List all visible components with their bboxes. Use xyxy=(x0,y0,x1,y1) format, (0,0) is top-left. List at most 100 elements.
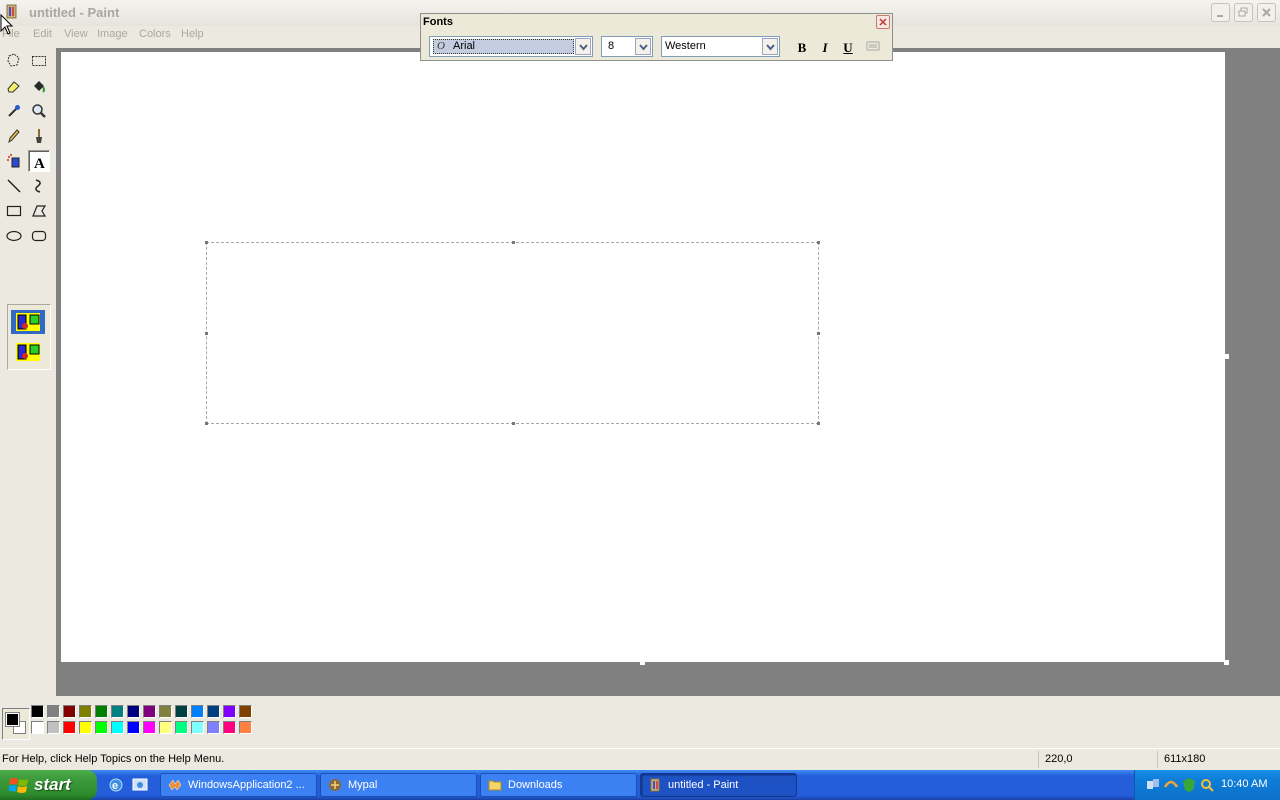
restore-button[interactable] xyxy=(1234,3,1253,22)
internet-explorer-icon[interactable]: e xyxy=(108,777,124,793)
color-swatch[interactable] xyxy=(175,705,188,718)
menu-colors[interactable]: Colors xyxy=(139,28,171,40)
underline-button[interactable]: U xyxy=(839,39,857,56)
color-swatch[interactable] xyxy=(223,721,236,734)
tool-pick-color[interactable] xyxy=(3,100,25,122)
text-box[interactable] xyxy=(205,241,820,425)
color-swatch[interactable] xyxy=(127,721,140,734)
resize-handle[interactable] xyxy=(512,422,515,425)
color-swatch[interactable] xyxy=(31,705,44,718)
resize-handle[interactable] xyxy=(512,241,515,244)
resize-handle[interactable] xyxy=(205,332,208,335)
line-icon xyxy=(7,179,21,193)
color-swatch[interactable] xyxy=(239,721,252,734)
color-swatch[interactable] xyxy=(95,721,108,734)
task-mypal[interactable]: Mypal xyxy=(320,773,477,797)
status-help-text: For Help, click Help Topics on the Help … xyxy=(2,753,225,765)
resize-handle[interactable] xyxy=(817,422,820,425)
bold-button[interactable]: B xyxy=(793,39,811,56)
updates-icon[interactable] xyxy=(1163,777,1179,793)
color-swatch[interactable] xyxy=(63,721,76,734)
font-size-select[interactable]: 8 xyxy=(601,36,653,57)
tool-polygon[interactable] xyxy=(28,200,50,222)
resize-handle[interactable] xyxy=(205,422,208,425)
task-label: untitled - Paint xyxy=(668,779,739,791)
font-name-dropdown-button[interactable] xyxy=(575,38,591,55)
minimize-button[interactable] xyxy=(1211,3,1230,22)
tool-rounded-rectangle[interactable] xyxy=(28,225,50,247)
color-swatch[interactable] xyxy=(239,705,252,718)
color-swatch[interactable] xyxy=(159,721,172,734)
vertical-text-button[interactable] xyxy=(864,39,882,56)
color-swatch[interactable] xyxy=(63,705,76,718)
tool-ellipse[interactable] xyxy=(3,225,25,247)
network-icon[interactable] xyxy=(1145,777,1161,793)
tool-pencil[interactable] xyxy=(3,125,25,147)
color-swatch[interactable] xyxy=(127,705,140,718)
svg-text:A: A xyxy=(34,156,45,170)
text-opaque-option[interactable] xyxy=(11,310,45,334)
resize-handle[interactable] xyxy=(205,241,208,244)
task-downloads[interactable]: Downloads xyxy=(480,773,637,797)
font-script-dropdown-button[interactable] xyxy=(762,38,778,55)
foreground-color[interactable] xyxy=(5,712,20,727)
color-swatch[interactable] xyxy=(207,721,220,734)
resize-handle[interactable] xyxy=(817,241,820,244)
color-swatch[interactable] xyxy=(111,705,124,718)
start-button[interactable]: start xyxy=(0,770,97,800)
drawing-canvas[interactable] xyxy=(61,52,1225,662)
canvas-resize-handle-corner[interactable] xyxy=(1224,660,1229,665)
font-name-select[interactable]: O Arial xyxy=(429,36,593,57)
task-untitled-paint[interactable]: untitled - Paint xyxy=(640,773,797,797)
security-icon[interactable] xyxy=(1181,777,1197,793)
toolbox: A xyxy=(0,48,56,694)
tool-text[interactable]: A xyxy=(28,150,50,172)
tool-brush[interactable] xyxy=(28,125,50,147)
color-swatch[interactable] xyxy=(47,721,60,734)
color-swatch[interactable] xyxy=(207,705,220,718)
font-size-dropdown-button[interactable] xyxy=(635,38,651,55)
menu-help[interactable]: Help xyxy=(181,28,204,40)
color-swatch[interactable] xyxy=(111,721,124,734)
menu-image[interactable]: Image xyxy=(97,28,128,40)
status-bar: For Help, click Help Topics on the Help … xyxy=(0,748,1280,771)
color-swatch[interactable] xyxy=(143,721,156,734)
color-swatch[interactable] xyxy=(31,721,44,734)
tool-fill[interactable] xyxy=(28,75,50,97)
canvas-resize-handle-bottom[interactable] xyxy=(640,660,645,665)
color-swatch[interactable] xyxy=(79,721,92,734)
curve-icon xyxy=(35,179,41,193)
tool-select[interactable] xyxy=(28,50,50,72)
menu-view[interactable]: View xyxy=(64,28,88,40)
tool-options xyxy=(7,304,51,370)
tool-rectangle[interactable] xyxy=(3,200,25,222)
color-swatch[interactable] xyxy=(79,705,92,718)
tool-eraser[interactable] xyxy=(3,75,25,97)
color-swatch[interactable] xyxy=(175,721,188,734)
color-swatch[interactable] xyxy=(159,705,172,718)
search-icon[interactable] xyxy=(1199,777,1215,793)
fonts-close-button[interactable] xyxy=(876,15,890,29)
color-swatch[interactable] xyxy=(191,705,204,718)
tool-curve[interactable] xyxy=(28,175,50,197)
tool-magnifier[interactable] xyxy=(28,100,50,122)
fonts-toolbar-titlebar[interactable]: Fonts xyxy=(421,14,892,31)
vertical-text-icon xyxy=(866,41,880,51)
menu-edit[interactable]: Edit xyxy=(33,28,52,40)
tool-line[interactable] xyxy=(3,175,25,197)
task-windowsapplication2[interactable]: WindowsApplication2 ... xyxy=(160,773,317,797)
show-desktop-icon[interactable] xyxy=(132,777,148,793)
resize-handle[interactable] xyxy=(817,332,820,335)
italic-button[interactable]: I xyxy=(816,39,834,56)
close-button[interactable] xyxy=(1257,3,1276,22)
color-swatch[interactable] xyxy=(143,705,156,718)
tool-airbrush[interactable] xyxy=(3,150,25,172)
text-transparent-option[interactable] xyxy=(11,340,45,364)
color-swatch[interactable] xyxy=(95,705,108,718)
canvas-resize-handle-right[interactable] xyxy=(1224,354,1229,359)
font-script-select[interactable]: Western xyxy=(661,36,780,57)
tool-free-form-select[interactable] xyxy=(3,50,25,72)
color-swatch[interactable] xyxy=(191,721,204,734)
color-swatch[interactable] xyxy=(47,705,60,718)
color-swatch[interactable] xyxy=(223,705,236,718)
